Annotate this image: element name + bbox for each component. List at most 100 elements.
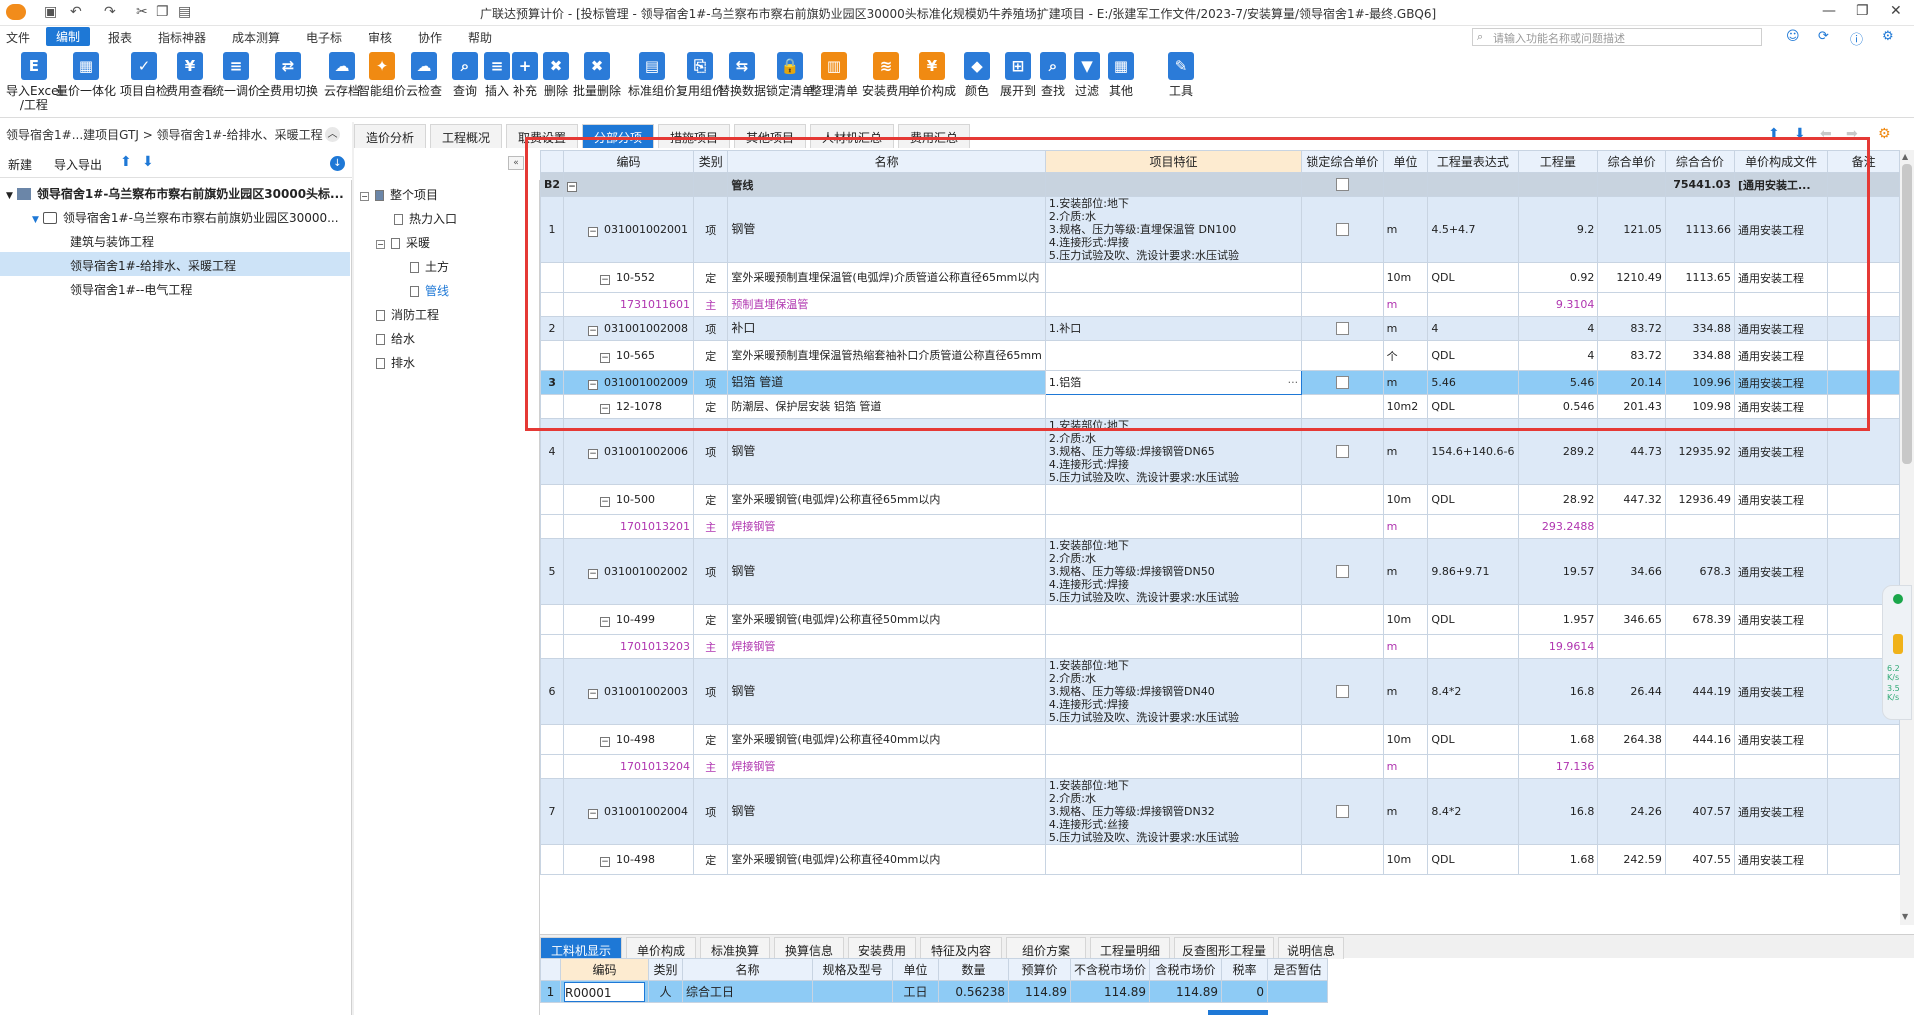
col-header[interactable]: 项目特征 <box>1044 150 1303 173</box>
menu-collab[interactable]: 协作 <box>418 29 442 46</box>
unit-cell[interactable]: 10m <box>1382 484 1429 515</box>
detail-col-header[interactable]: 数量 <box>938 958 1009 981</box>
sync-icon[interactable]: ⟳ <box>1818 29 1829 44</box>
tools-button[interactable]: ✎ 工具 <box>1168 52 1194 98</box>
collapse-box-icon[interactable]: − <box>600 856 611 867</box>
tab-divisions[interactable]: 分部分项 <box>582 124 654 148</box>
category-cell[interactable]: 主 <box>693 634 729 659</box>
feature-cell[interactable] <box>1044 844 1303 875</box>
detail-qty[interactable]: 0.56238 <box>938 980 1009 1003</box>
detail-col-header[interactable]: 单位 <box>892 958 939 981</box>
feature-cell[interactable] <box>1044 484 1303 515</box>
lock-checkbox[interactable] <box>1335 445 1349 459</box>
code-cell[interactable]: −10-565 <box>563 340 695 371</box>
category-cell[interactable]: 主 <box>693 514 729 539</box>
lock-checkbox[interactable] <box>1335 223 1349 237</box>
expression-cell[interactable]: 154.6+140.6-6 <box>1427 418 1519 485</box>
category-cell[interactable]: 项 <box>693 778 729 845</box>
collapse-box-icon[interactable]: − <box>600 352 611 363</box>
arrow-right-icon[interactable]: ➡ <box>1846 126 1858 142</box>
expression-cell[interactable]: QDL <box>1427 604 1519 635</box>
move-down-icon[interactable]: ⬇ <box>142 154 154 170</box>
price-file-cell[interactable]: 通用安装工程 <box>1733 724 1829 755</box>
install-fee-button[interactable]: ≋ 安装费用 <box>862 52 910 98</box>
section-row[interactable]: B2− 管线 75441.03 [通用安装工... <box>540 172 1900 197</box>
self-check-button[interactable]: ✓ 项目自检 <box>120 52 168 98</box>
expression-cell[interactable]: QDL <box>1427 262 1519 293</box>
unit-cell[interactable]: m <box>1382 778 1429 845</box>
unit-price-cell[interactable]: 242.59 <box>1597 844 1666 875</box>
import-export-button[interactable]: 导入导出 <box>54 156 102 173</box>
division-item-heating[interactable]: − 采暖 <box>376 234 430 251</box>
unit-price-cell[interactable]: 83.72 <box>1597 316 1666 341</box>
remark-cell[interactable] <box>1827 418 1900 485</box>
unit-cell[interactable]: 10m <box>1382 262 1429 293</box>
category-cell[interactable]: 定 <box>693 844 729 875</box>
code-cell[interactable]: −10-552 <box>563 262 695 293</box>
col-header[interactable]: 类别 <box>693 150 729 173</box>
quantity-cell[interactable]: 16.8 <box>1517 658 1599 725</box>
lock-checkbox[interactable] <box>1335 685 1349 699</box>
new-button[interactable]: 新建 <box>8 156 32 173</box>
name-cell[interactable]: 预制直埋保温管 <box>727 292 1046 317</box>
cut-icon[interactable]: ✂ <box>136 4 148 20</box>
price-file-cell[interactable]: 通用安装工程 <box>1733 604 1829 635</box>
price-file-cell[interactable]: 通用安装工程 <box>1733 316 1829 341</box>
fee-view-button[interactable]: ¥ 费用查看 <box>166 52 214 98</box>
category-cell[interactable]: 项 <box>693 538 729 605</box>
detail-col-header[interactable] <box>540 958 561 981</box>
price-file-cell[interactable] <box>1733 514 1829 539</box>
redo-icon[interactable]: ↷ <box>104 4 116 20</box>
feature-cell[interactable] <box>1044 340 1303 371</box>
price-file-cell[interactable]: 通用安装工程 <box>1733 844 1829 875</box>
batch-delete-button[interactable]: ✖ 批量删除 <box>573 52 621 98</box>
detail-col-header[interactable]: 税率 <box>1221 958 1269 981</box>
expression-cell[interactable] <box>1427 292 1519 317</box>
unit-cell[interactable]: m <box>1382 634 1429 659</box>
price-file-cell[interactable]: 通用安装工程 <box>1733 418 1829 485</box>
quantity-cell[interactable]: 17.136 <box>1517 754 1599 779</box>
unit-cell[interactable]: 10m2 <box>1382 394 1429 419</box>
lock-checkbox[interactable] <box>1335 376 1349 390</box>
unit-price-cell[interactable] <box>1597 514 1666 539</box>
unit-price-cell[interactable]: 264.38 <box>1597 724 1666 755</box>
tab-labor-material[interactable]: 人材机汇总 <box>810 124 894 148</box>
expression-cell[interactable]: 9.86+9.71 <box>1427 538 1519 605</box>
more-icon[interactable]: ··· <box>1288 376 1299 389</box>
reuse-price-button[interactable]: ⎘ 复用组价 <box>676 52 724 98</box>
detail-tab[interactable]: 工程量明细 <box>1090 937 1170 959</box>
feature-cell[interactable] <box>1044 394 1303 419</box>
unit-cell[interactable]: 10m <box>1382 604 1429 635</box>
price-file-cell[interactable]: 通用安装工程 <box>1733 394 1829 419</box>
quantity-cell[interactable]: 28.92 <box>1517 484 1599 515</box>
code-cell[interactable]: −031001002001 <box>563 196 695 263</box>
name-cell[interactable]: 钢管 <box>727 778 1046 845</box>
unit-cell[interactable]: 10m <box>1382 844 1429 875</box>
table-row[interactable]: −10-565 定室外采暖预制直埋保温管热缩套袖补口介质管道公称直径65mm 个 QD… <box>540 340 1900 371</box>
menu-report[interactable]: 报表 <box>108 29 132 46</box>
unit-cell[interactable]: 个 <box>1382 340 1429 371</box>
unit-price-button[interactable]: ¥ 单价构成 <box>908 52 956 98</box>
detail-market-tax[interactable]: 114.89 <box>1149 980 1223 1003</box>
unit-price-cell[interactable]: 44.73 <box>1597 418 1666 485</box>
scroll-thumb[interactable] <box>1902 164 1912 464</box>
tab-measures[interactable]: 措施项目 <box>658 124 730 148</box>
detail-tab[interactable]: 说明信息 <box>1278 937 1344 959</box>
code-cell[interactable]: −031001002002 <box>563 538 695 605</box>
remark-cell[interactable] <box>1827 514 1900 539</box>
other-button[interactable]: ▦ 其他 <box>1108 52 1134 98</box>
collapse-box-icon[interactable]: − <box>567 181 578 192</box>
table-row[interactable]: 1701013203 主焊接钢管 m 19.9614 <box>540 634 1900 659</box>
code-cell[interactable]: −10-499 <box>563 604 695 635</box>
menu-help[interactable]: 帮助 <box>468 29 492 46</box>
price-file-cell[interactable]: 通用安装工程 <box>1733 778 1829 845</box>
remark-cell[interactable] <box>1827 292 1900 317</box>
code-cell[interactable]: −031001002006 <box>563 418 695 485</box>
detail-unit[interactable]: 工日 <box>892 980 939 1003</box>
table-row[interactable]: −10-498 定室外采暖钢管(电弧焊)公称直径40mm以内 10m QDL 1.68 2… <box>540 844 1900 875</box>
cloud-check-button[interactable]: ☁ 云检查 <box>406 52 442 98</box>
category-cell[interactable]: 项 <box>693 370 729 395</box>
col-header[interactable] <box>540 150 565 173</box>
unit-cell[interactable]: m <box>1382 292 1429 317</box>
remark-cell[interactable] <box>1827 316 1900 341</box>
